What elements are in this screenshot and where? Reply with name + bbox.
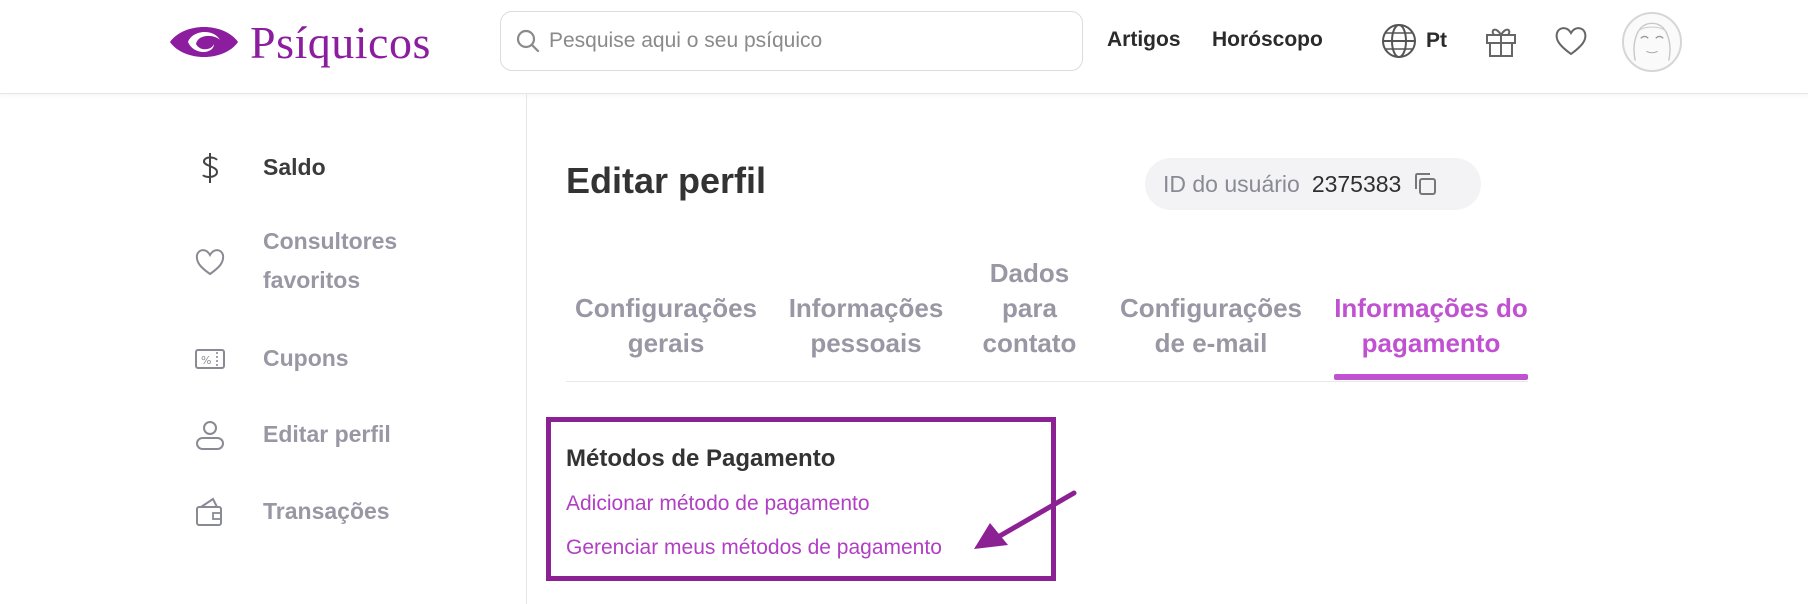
globe-icon — [1382, 24, 1416, 58]
header: Psíquicos Artigos Horóscopo Pt — [0, 0, 1808, 94]
gift-icon[interactable] — [1482, 22, 1520, 60]
coupon-icon: % — [190, 339, 230, 379]
sidebar-item-label: Cupons — [263, 345, 349, 371]
sidebar-item-label: Editar perfil — [263, 421, 391, 447]
tab-personal-info[interactable]: Informações pessoais — [781, 291, 951, 361]
user-id-value: 2375383 — [1311, 170, 1402, 197]
nav-articles[interactable]: Artigos — [1107, 28, 1181, 52]
payment-methods-title: Métodos de Pagamento — [566, 445, 836, 472]
eye-logo-icon — [170, 27, 238, 57]
page-title: Editar perfil — [566, 160, 767, 201]
heart-icon — [190, 242, 230, 282]
sidebar-item-label: Consultores favoritos — [263, 228, 398, 293]
add-payment-method-link[interactable]: Adicionar método de pagamento — [566, 492, 870, 516]
avatar-face-icon — [1633, 22, 1671, 61]
sidebar-item-label: Transações — [263, 498, 390, 524]
wallet-icon — [190, 492, 230, 532]
manage-payment-methods-link[interactable]: Gerenciar meus métodos de pagamento — [566, 536, 942, 560]
logo[interactable]: Psíquicos — [168, 14, 431, 70]
language-selector[interactable]: Pt — [1380, 22, 1447, 60]
sidebar-divider — [526, 94, 527, 604]
profile-tabs: Configurações gerais Informações pessoai… — [566, 250, 1528, 382]
tab-email-settings[interactable]: Configurações de e-mail — [1116, 291, 1306, 361]
language-label: Pt — [1426, 29, 1447, 52]
dollar-icon — [190, 148, 230, 188]
tab-contact-data[interactable]: Dados para contato — [971, 256, 1088, 361]
user-id-badge: ID do usuário 2375383 — [1145, 158, 1481, 210]
search-icon — [516, 29, 540, 53]
user-id-label: ID do usuário — [1163, 170, 1300, 197]
sidebar-item-favorites[interactable]: Consultores favoritos — [190, 222, 463, 300]
svg-text:%: % — [201, 354, 211, 367]
sidebar-item-edit-profile[interactable]: Editar perfil — [190, 415, 463, 455]
sidebar-item-label: Saldo — [263, 154, 326, 180]
tab-payment-info[interactable]: Informações do pagamento — [1334, 291, 1528, 361]
search-bar[interactable] — [500, 11, 1083, 71]
user-icon — [190, 415, 230, 455]
search-input[interactable] — [549, 29, 1049, 53]
logo-text: Psíquicos — [250, 16, 431, 68]
nav-horoscope[interactable]: Horóscopo — [1212, 28, 1323, 52]
avatar[interactable] — [1622, 12, 1682, 72]
sidebar-item-transactions[interactable]: Transações — [190, 492, 463, 532]
sidebar-item-coupons[interactable]: % Cupons — [190, 339, 463, 379]
active-tab-indicator — [1334, 374, 1528, 380]
copy-icon[interactable] — [1411, 170, 1439, 198]
annotation-arrow-icon — [974, 490, 1077, 549]
sidebar-item-balance[interactable]: Saldo — [190, 148, 463, 188]
heart-icon[interactable] — [1552, 22, 1590, 60]
tab-general-settings[interactable]: Configurações gerais — [571, 291, 761, 361]
